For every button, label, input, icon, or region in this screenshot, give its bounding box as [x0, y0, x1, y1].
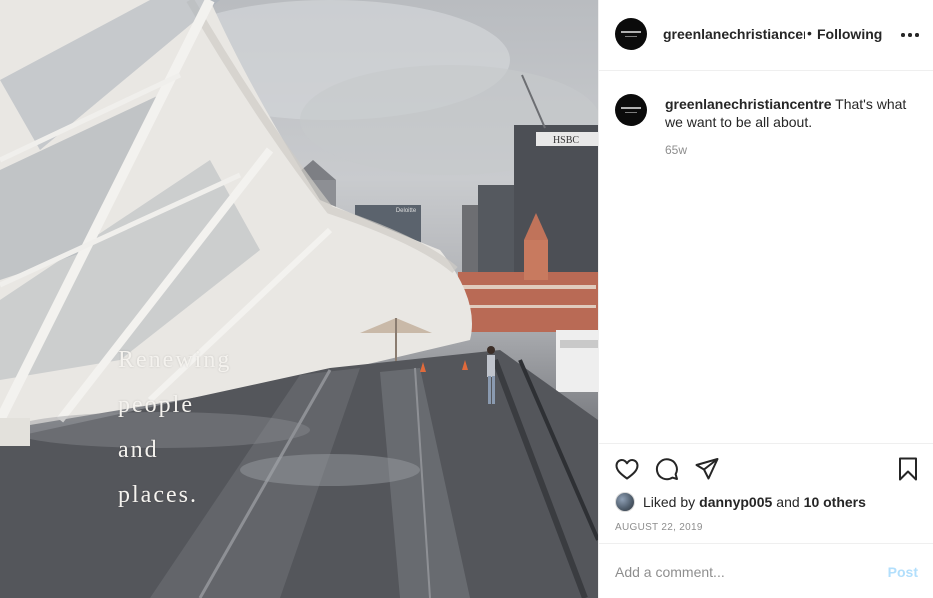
caption-line: Renewing [118, 347, 232, 373]
heart-icon[interactable] [613, 455, 641, 483]
deloitte-sign: Deloitte [396, 208, 417, 214]
add-comment-input[interactable]: Add a comment... [615, 564, 725, 580]
liker-username[interactable]: dannyp005 [699, 494, 772, 510]
hsbc-sign: HSBC [553, 135, 579, 146]
author-avatar[interactable] [615, 18, 647, 50]
post-date[interactable]: AUGUST 22, 2019 [615, 522, 703, 533]
post-comment-button[interactable]: Post [888, 564, 918, 580]
caption-text: greenlanechristiancentre That's what we … [665, 95, 921, 131]
following-button[interactable]: Following [817, 26, 882, 42]
avatar-logo-mark [621, 31, 641, 33]
likes-conjunction: and [776, 494, 800, 510]
post-actions: Liked by dannyp005 and 10 others AUGUST … [599, 443, 933, 543]
avatar-logo-mark [621, 107, 641, 109]
caption-line: people [118, 392, 194, 418]
author-username[interactable]: greenlanechristiancentre [663, 26, 805, 42]
avatar-logo-mark [625, 112, 637, 113]
more-horizontal-icon[interactable] [899, 24, 921, 46]
comment-icon[interactable] [653, 455, 681, 483]
caption-line: and [118, 437, 159, 463]
post-photo[interactable]: HSBC Deloitte Renewing people and places… [0, 0, 598, 598]
photo-caption-overlay: Renewing people and places. [118, 338, 318, 518]
post-side-panel: greenlanechristiancentre • Following gre… [598, 0, 933, 598]
avatar-logo-mark [625, 36, 637, 37]
likes-others-link[interactable]: 10 others [804, 494, 866, 510]
likes-summary: Liked by dannyp005 and 10 others [615, 491, 870, 513]
post-header: greenlanechristiancentre • Following [599, 0, 933, 71]
header-separator: • [807, 25, 812, 41]
comment-author-avatar[interactable] [615, 94, 647, 126]
comment-age[interactable]: 65w [665, 143, 687, 157]
comment-username[interactable]: greenlanechristiancentre [665, 96, 832, 112]
paper-plane-icon[interactable] [693, 455, 721, 483]
bookmark-icon[interactable] [894, 455, 922, 483]
caption-line: places. [118, 482, 198, 508]
liker-avatar[interactable] [615, 492, 635, 512]
likes-prefix: Liked by [643, 494, 696, 510]
add-comment-bar: Add a comment... Post [599, 543, 933, 598]
